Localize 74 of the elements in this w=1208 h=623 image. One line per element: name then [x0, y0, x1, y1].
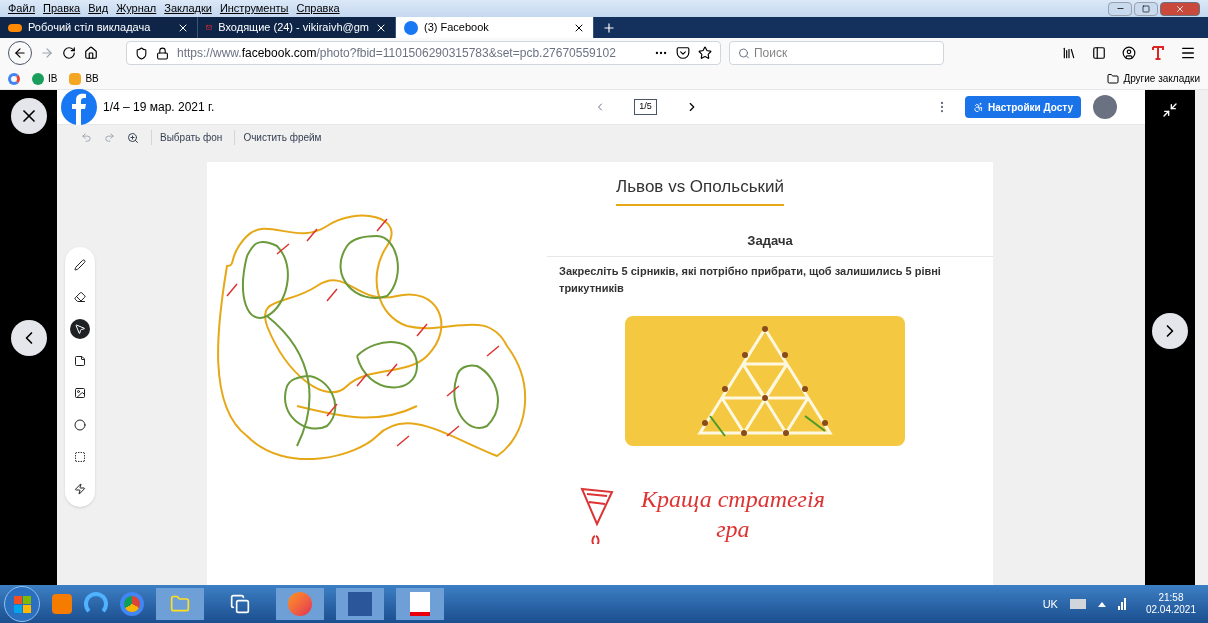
close-icon [1175, 3, 1185, 14]
word-icon[interactable] [336, 588, 384, 620]
select-tool-icon[interactable] [70, 319, 90, 339]
access-settings-button[interactable]: Настройки Досту [964, 96, 1081, 118]
camera-icon [69, 72, 82, 85]
address-field[interactable]: https://www.facebook.com/photo?fbid=1101506290315783&set=pcb.27670559102 [126, 41, 721, 65]
handwritten-text: гра [716, 514, 750, 544]
pocket-icon[interactable] [676, 46, 690, 60]
scrollbar[interactable] [1195, 90, 1208, 585]
menu-item[interactable]: Файл [8, 0, 36, 17]
start-button[interactable] [4, 586, 40, 622]
browser-tab[interactable]: Робочий стіл викладача [0, 17, 198, 38]
facebook-logo-icon[interactable] [61, 89, 97, 125]
logo-icon [8, 23, 22, 32]
tab-title: (3) Facebook [424, 20, 489, 36]
menu-item[interactable]: Справка [296, 0, 340, 17]
lock-icon [156, 46, 169, 60]
menu-item[interactable]: Вид [88, 0, 109, 17]
menu-item[interactable]: Инструменты [219, 0, 289, 17]
next-button[interactable] [1152, 313, 1188, 349]
language-indicator[interactable]: UK [1042, 595, 1058, 613]
previous-button[interactable] [10, 320, 47, 356]
exit-fullscreen-icon[interactable] [1162, 102, 1178, 118]
zoom-icon[interactable] [127, 131, 139, 144]
t-letter-icon[interactable] [1152, 46, 1164, 60]
maximize-icon [1142, 4, 1150, 13]
signal-icon[interactable] [1117, 598, 1126, 610]
library-icon[interactable] [1062, 46, 1076, 60]
sidebar-icon[interactable] [1092, 46, 1106, 60]
browser-tab[interactable]: Входящие (24) - vikiraivh@gm [198, 17, 396, 38]
menu-item[interactable]: Правка [43, 0, 81, 17]
star-icon[interactable] [698, 46, 712, 60]
facebook-icon [404, 20, 418, 35]
tab-title: Входящие (24) - vikiraivh@gm [218, 20, 369, 36]
slide-title: Львов vs Опольський [616, 174, 784, 206]
menu-item[interactable]: Журнал [116, 0, 157, 17]
map-pin-icon [32, 72, 44, 85]
tray-arrow-icon[interactable] [1097, 601, 1106, 607]
bookmark[interactable]: IB [32, 71, 58, 86]
keyboard-icon[interactable] [1069, 599, 1086, 609]
close-button[interactable] [10, 98, 47, 134]
person-icon [972, 101, 984, 113]
bookmark[interactable]: Другие закладки [1107, 71, 1200, 86]
shield-icon [135, 46, 148, 60]
handwritten-text: Краща стратегія [641, 484, 825, 514]
google-icon[interactable] [8, 72, 20, 85]
account-icon[interactable] [1122, 46, 1136, 60]
browser-tab[interactable]: (3) Facebook [396, 17, 594, 38]
tab-title: Робочий стіл викладача [28, 20, 151, 36]
menu-item[interactable]: Закладки [164, 0, 212, 17]
back-arrow-icon [13, 46, 27, 60]
new-tab-icon[interactable] [602, 20, 616, 35]
toolbar-button[interactable]: Очистить фрейм [234, 130, 322, 145]
folder-icon [1107, 72, 1120, 85]
task-text: Закресліть 5 сірників, які потрібно прибрати, щоб залишились 5 рівні трикутників [558, 264, 942, 296]
menu-icon[interactable] [1180, 45, 1196, 61]
url-text: https://www.facebook.com/photo?fbid=1101506290315783&set=pcb.27670559102 [177, 45, 616, 62]
task-heading: Задача [547, 230, 993, 257]
chrome-icon[interactable] [120, 592, 144, 616]
reload-icon[interactable] [62, 46, 76, 60]
photo-date: 1/4 – 19 мар. 2021 г. [103, 99, 215, 116]
bookmark[interactable]: BB [69, 71, 99, 86]
windows-logo-icon [13, 595, 31, 613]
clock-date: 02.04.2021 [1145, 604, 1196, 617]
search-field[interactable]: Поиск [729, 41, 944, 65]
page-counter[interactable]: 1/5 [634, 99, 657, 115]
pdf-icon[interactable] [396, 588, 444, 620]
avatar-icon [1093, 95, 1117, 119]
clock-time: 21:58 [1158, 591, 1184, 604]
search-input[interactable]: Поиск [753, 44, 935, 62]
toolbar-button[interactable]: Выбрать фон [151, 130, 223, 145]
home-icon[interactable] [84, 46, 98, 60]
maximize-button[interactable] [1134, 1, 1158, 16]
search-icon [738, 46, 750, 60]
